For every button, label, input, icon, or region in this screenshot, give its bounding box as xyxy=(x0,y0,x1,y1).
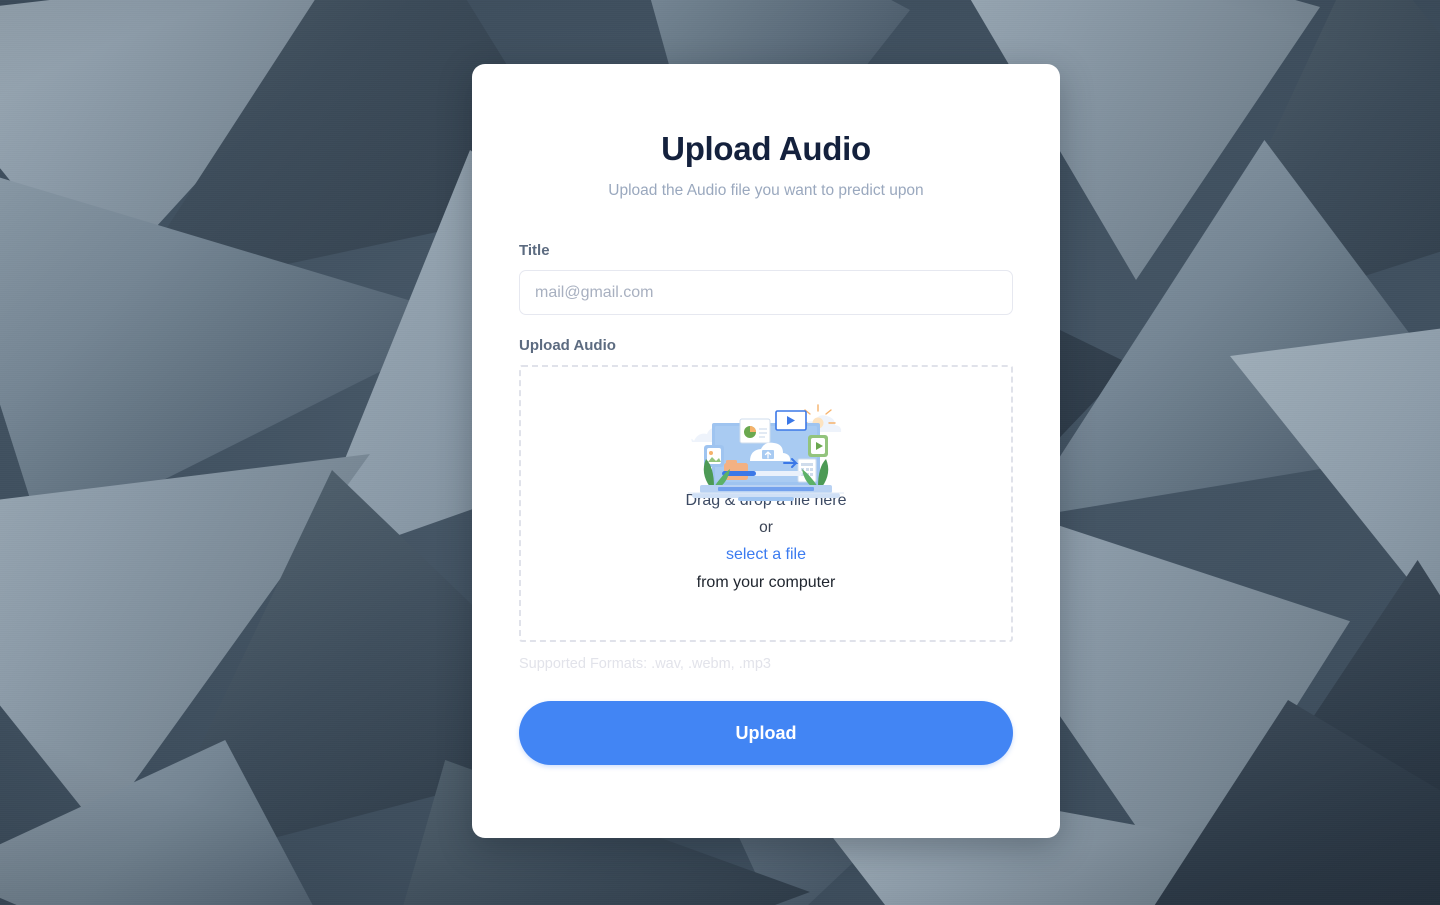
upload-field-label: Upload Audio xyxy=(519,337,616,354)
page-subtitle: Upload the Audio file you want to predic… xyxy=(608,182,924,199)
title-input[interactable] xyxy=(519,270,1013,315)
dropzone-content: Drag & drop a file here xyxy=(521,367,1011,640)
cloud-upload-laptop-illustration xyxy=(688,404,844,501)
from-your-computer-text: from your computer xyxy=(696,574,836,591)
file-dropzone[interactable]: Drag & drop a file here xyxy=(519,365,1013,642)
supported-formats-text: Supported Formats: .wav, .webm, .mp3 xyxy=(519,656,771,672)
title-field-label: Title xyxy=(519,242,550,259)
upload-button[interactable]: Upload xyxy=(519,701,1013,765)
page-title: Upload Audio xyxy=(661,130,871,167)
upload-audio-card: Upload Audio Upload the Audio file you w… xyxy=(472,64,1060,838)
select-a-file-link[interactable]: select a file xyxy=(521,546,1011,564)
or-separator-text: or xyxy=(759,519,773,536)
